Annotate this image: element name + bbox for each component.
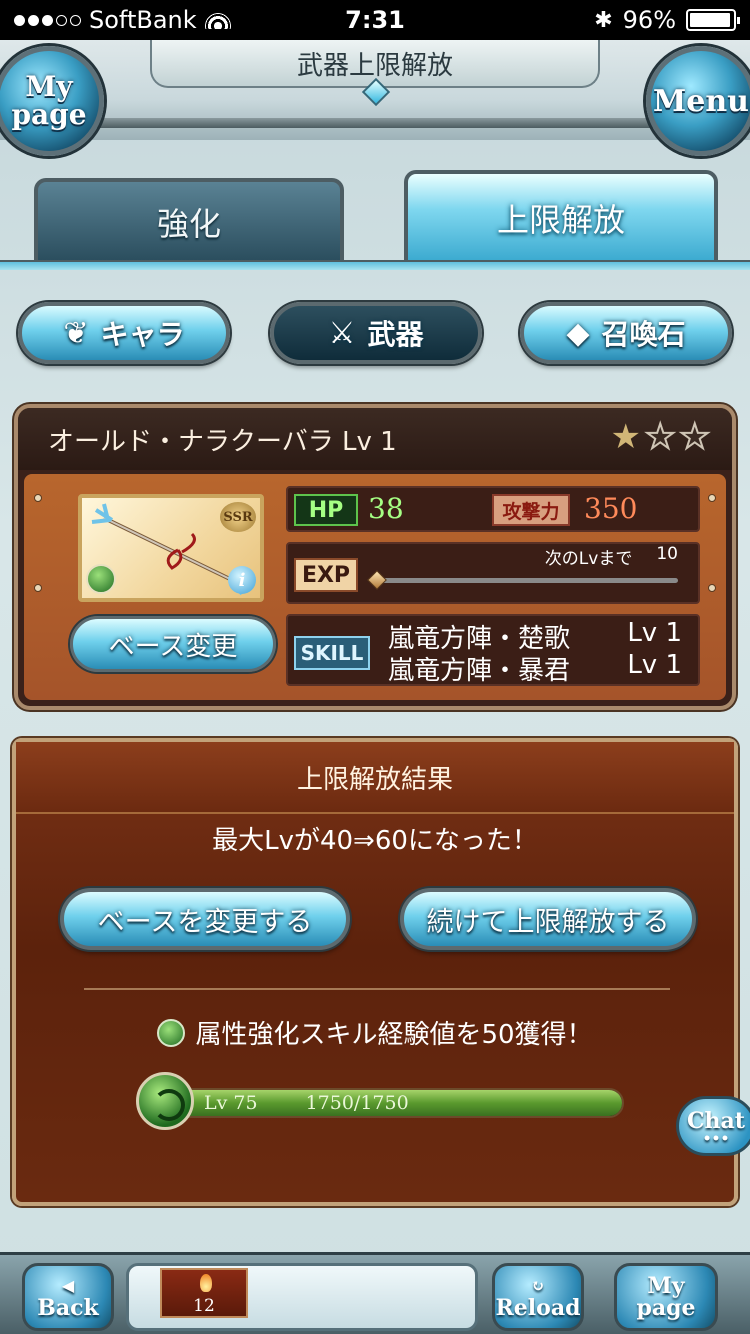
skill-label: SKILL <box>294 636 370 670</box>
status-bar: SoftBank 7:31 ✱ 96% <box>0 0 750 40</box>
header: 武器上限解放 My page Menu <box>0 40 750 156</box>
attack-label: 攻撃力 <box>492 494 570 526</box>
tab-enhance-label: 強化 <box>156 205 221 243</box>
change-base-button[interactable]: ベース変更 <box>70 616 276 672</box>
weapon-info-panel: オールド・ナラクーバラ Lv 1 ★ ★ ★ SSR i ベース変更 HP 38… <box>14 404 736 710</box>
page-title: 武器上限解放 <box>296 50 453 81</box>
bottom-nav-bar: ◀ Back ↻ Reload My page <box>0 1252 750 1334</box>
ellipsis-icon: ••• <box>702 1131 730 1147</box>
weapon-detail-body: SSR i ベース変更 HP 38 攻撃力 350 EXP 次のLvまで 10 … <box>24 474 726 700</box>
continue-uncap-label: 続けて上限解放する <box>426 906 670 938</box>
wind-element-icon <box>157 1018 186 1047</box>
next-level-info: 次のLvまで 10 <box>545 544 678 569</box>
next-level-label: 次のLvまで <box>544 549 633 569</box>
back-label: Back <box>37 1295 99 1321</box>
element-skill-level-bar: Lv 75 1750/1750 <box>152 1088 624 1118</box>
hp-label: HP <box>294 494 358 526</box>
chat-button[interactable]: Chat ••• <box>676 1096 750 1156</box>
category-weapon-label: 武器 <box>367 318 424 351</box>
menu-button[interactable]: Menu <box>646 46 750 156</box>
skill-exp-gain: 属性強化スキル経験値を50獲得！ <box>16 1014 734 1051</box>
change-base-result-label: ベースを変更する <box>97 906 313 938</box>
info-icon[interactable]: i <box>228 566 256 594</box>
stats-row: HP 38 攻撃力 350 <box>286 486 700 532</box>
exp-label: EXP <box>294 558 358 592</box>
rivet <box>34 494 42 502</box>
back-arrow-icon: ◀ <box>61 1276 75 1295</box>
tab-bar: 強化 上限解放 <box>0 160 750 270</box>
star-filled-icon: ★ <box>610 417 642 457</box>
element-skill-level: Lv 75 <box>204 1092 258 1114</box>
change-base-result-button[interactable]: ベースを変更する <box>60 888 350 950</box>
weapon-name: オールド・ナラクーバラ Lv 1 <box>48 426 397 457</box>
attack-value: 350 <box>584 492 638 525</box>
result-message: 最大Lvが40⇒60になった！ <box>212 826 538 856</box>
carrier-name: SoftBank <box>89 6 197 34</box>
category-weapon-button[interactable]: ⚔ 武器 <box>270 302 482 364</box>
header-rail <box>0 118 750 128</box>
wind-element-icon <box>86 564 116 594</box>
uncap-result-panel: 上限解放結果 最大Lvが40⇒60になった！ ベースを変更する 続けて上限解放す… <box>12 738 738 1206</box>
star-empty-icon: ★ <box>644 417 677 457</box>
reload-icon: ↻ <box>531 1276 545 1295</box>
element-skill-exp: 1750/1750 <box>305 1092 409 1114</box>
change-base-label: ベース変更 <box>108 631 238 662</box>
signal-strength-icon <box>14 14 81 26</box>
category-character-label: キャラ <box>100 318 185 351</box>
exp-marker-icon <box>367 570 387 590</box>
tab-uncap-label: 上限解放 <box>496 201 625 239</box>
next-level-value: 10 <box>656 544 678 564</box>
crossed-swords-icon: ⚔ <box>328 315 356 351</box>
category-summon-button[interactable]: ◆ 召喚石 <box>520 302 732 364</box>
weapon-title-bar: オールド・ナラクーバラ Lv 1 ★ ★ ★ <box>18 408 732 470</box>
tab-enhance[interactable]: 強化 <box>34 178 344 262</box>
mypage-bottom-label-1: My <box>647 1273 685 1299</box>
continue-uncap-button[interactable]: 続けて上限解放する <box>400 888 696 950</box>
mypage-label-2: page <box>11 98 87 131</box>
divider <box>84 988 670 990</box>
skill-row: SKILL 嵐竜方陣・楚歌 Lv 1 嵐竜方陣・暴君 Lv 1 <box>286 614 700 686</box>
skill-name: 嵐竜方陣・暴君 <box>388 656 571 686</box>
reload-button[interactable]: ↻ Reload <box>492 1263 584 1331</box>
battery-icon <box>686 9 740 31</box>
tab-uncap[interactable]: 上限解放 <box>404 170 718 262</box>
category-character-button[interactable]: ❦ キャラ <box>18 302 230 364</box>
skill-level: Lv 1 <box>627 650 682 680</box>
ornament-icon: ❦ <box>63 315 89 351</box>
uncap-stars: ★ ★ ★ <box>610 417 711 457</box>
exp-progress-bar <box>374 578 678 583</box>
back-button[interactable]: ◀ Back <box>22 1263 114 1331</box>
result-title-bar: 上限解放結果 <box>16 742 734 814</box>
flame-item-icon <box>200 1274 212 1292</box>
battery-percent: 96% <box>622 6 676 34</box>
rivet <box>708 494 716 502</box>
item-count: 12 <box>193 1296 215 1316</box>
star-empty-icon: ★ <box>678 417 711 457</box>
mypage-bottom-label-2: page <box>636 1295 696 1321</box>
crystal-icon: ◆ <box>566 315 590 351</box>
result-title: 上限解放結果 <box>296 764 453 795</box>
reload-label: Reload <box>495 1295 581 1321</box>
mypage-bottom-button[interactable]: My page <box>614 1263 718 1331</box>
rivet <box>34 584 42 592</box>
weapon-image[interactable]: SSR i <box>78 494 264 602</box>
wind-element-orb-icon <box>136 1072 194 1130</box>
skill-item[interactable]: 嵐竜方陣・暴君 Lv 1 <box>388 650 682 687</box>
wifi-icon <box>204 11 231 29</box>
mypage-button[interactable]: My page <box>0 46 104 156</box>
skill-exp-gain-text: 属性強化スキル経験値を50獲得！ <box>195 1020 593 1050</box>
menu-label: Menu <box>653 83 749 119</box>
category-summon-label: 召喚石 <box>601 318 686 351</box>
rarity-badge: SSR <box>220 502 256 532</box>
item-slot[interactable]: 12 <box>160 1268 248 1318</box>
bluetooth-icon: ✱ <box>594 7 613 33</box>
hp-value: 38 <box>368 492 404 525</box>
rivet <box>708 584 716 592</box>
tab-baseline <box>0 260 750 270</box>
exp-row: EXP 次のLvまで 10 <box>286 542 700 604</box>
